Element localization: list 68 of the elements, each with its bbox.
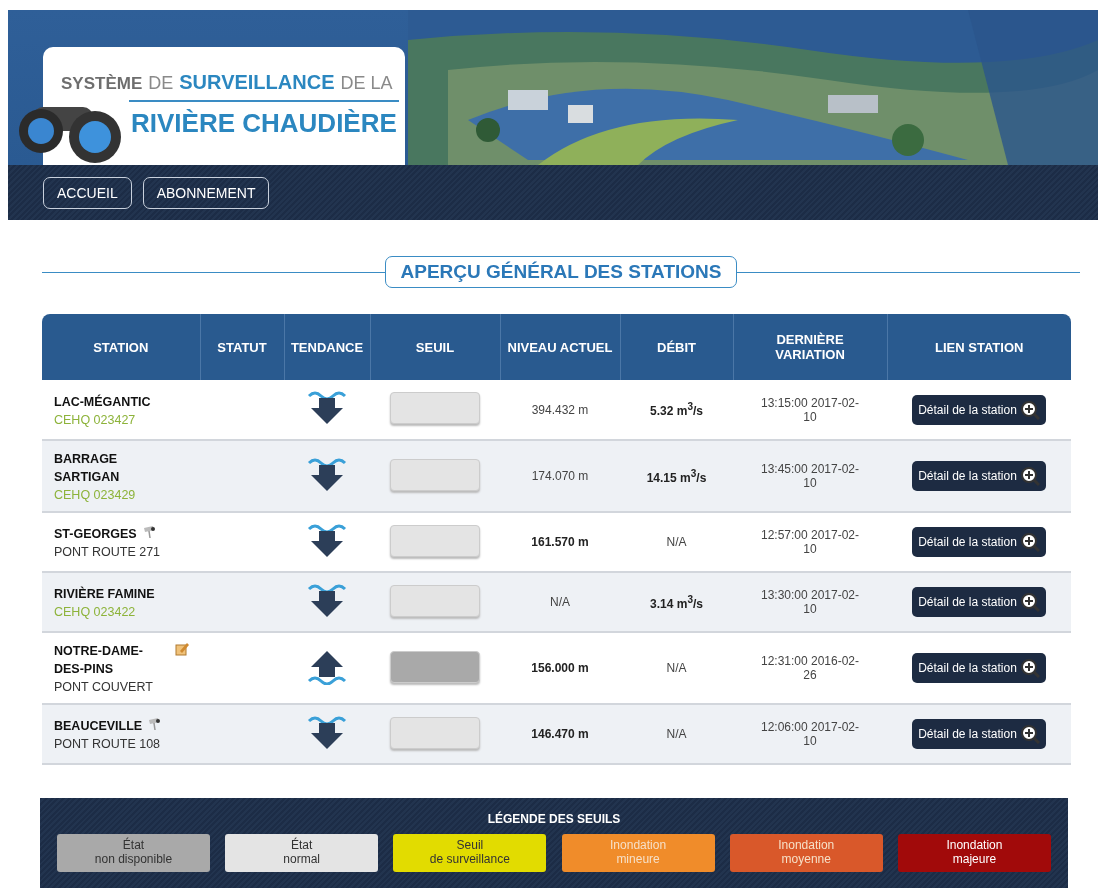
station-name: RIVIÈRE FAMINE (54, 585, 155, 603)
logo-text: SURVEILLANCE (179, 71, 335, 94)
level-value: 161.570 m (531, 535, 589, 549)
legend-item: Inondation mineure (561, 834, 715, 872)
zoom-in-icon (1019, 399, 1040, 420)
variation-time: 12:57:00 2017-02-10 (760, 528, 860, 556)
variation-time: 12:31:00 2016-02-26 (760, 654, 860, 682)
section-title: APERÇU GÉNÉRAL DES STATIONS (384, 256, 738, 288)
legend-item: Inondation majeure (897, 834, 1051, 872)
column-header: LIEN STATION (887, 314, 1071, 380)
flow-value: N/A (666, 727, 687, 741)
station-detail-button[interactable]: Détail de la station (912, 527, 1046, 557)
zoom-in-icon (1019, 658, 1040, 678)
nav-button[interactable]: ABONNEMENT (142, 176, 270, 209)
station-detail-button[interactable]: Détail de la station (912, 587, 1046, 617)
station-name: ST-GEORGES (54, 526, 137, 543)
legend-title: LÉGENDE DES SEUILS (487, 812, 621, 826)
station-detail-button[interactable]: Détail de la station (912, 653, 1046, 683)
variation-time: 13:45:00 2017-02-10 (760, 462, 860, 490)
level-value: 146.470 m (531, 727, 589, 741)
station-location: PONT ROUTE 271 (54, 545, 162, 559)
column-header: DÉBIT (620, 314, 733, 380)
station-detail-button[interactable]: Détail de la station (912, 461, 1046, 491)
zoom-in-icon (1019, 724, 1040, 744)
station-location: PONT COUVERT (54, 680, 154, 694)
station-name: LAC-MÉGANTIC (54, 393, 151, 411)
column-header: SEUIL (370, 314, 500, 380)
logo-text: DE (148, 73, 174, 94)
column-header: TENDANCE (284, 314, 370, 380)
flow-value: 5.32 m$^{3}$/s (650, 404, 703, 418)
station-detail-button[interactable]: Détail de la station (912, 719, 1046, 749)
flow-value: 14.15 m$^{3}$/s (646, 470, 707, 485)
station-location: PONT ROUTE 108 (54, 737, 162, 751)
nav-button[interactable]: ACCUEIL (43, 176, 132, 209)
legend-item: État normal (225, 834, 379, 872)
variation-time: 12:06:00 2017-02-10 (760, 720, 860, 748)
station-name: BEAUCEVILLE (54, 718, 143, 735)
column-header: STATUT (200, 314, 284, 380)
zoom-in-icon (1019, 466, 1040, 486)
station-code: CEHQ 023429 (54, 488, 137, 502)
station-name: NOTRE-DAME-DES-PINS (54, 643, 144, 678)
level-value: 174.070 m (531, 469, 589, 483)
variation-time: 13:15:00 2017-02-10 (760, 395, 860, 424)
variation-time: 13:30:00 2017-02-10 (760, 588, 860, 616)
camera-icon (148, 717, 163, 731)
zoom-in-icon (1019, 532, 1040, 552)
column-header: DERNIÈRE VARIATION (733, 314, 887, 380)
station-name: BARRAGE SARTIGAN (54, 451, 121, 486)
column-header: STATION (42, 314, 200, 380)
logo-text: DE LA (340, 73, 393, 94)
level-value: 394.432 m (531, 402, 589, 417)
zoom-in-icon (1019, 592, 1040, 612)
legend-item: État non disponible (57, 834, 210, 872)
logo-title: RIVIÈRE CHAUDIÈRE (131, 108, 397, 138)
station-detail-button[interactable]: Détail de la station (912, 394, 1046, 425)
level-value: 156.000 m (531, 661, 589, 675)
station-code: CEHQ 023422 (54, 605, 137, 619)
camera-icon (142, 525, 157, 539)
legend-item: Inondation moyenne (729, 834, 883, 872)
note-icon (175, 642, 189, 656)
flow-value: N/A (666, 535, 687, 549)
column-header: NIVEAU ACTUEL (500, 314, 620, 380)
level-value: N/A (550, 595, 570, 609)
logo-text: SYSTÈME (61, 74, 143, 94)
flow-value: 3.14 m$^{3}$/s (650, 596, 703, 611)
station-code: CEHQ 023427 (54, 412, 137, 427)
legend-item: Seuil de surveillance (393, 834, 547, 872)
flow-value: N/A (666, 661, 687, 675)
